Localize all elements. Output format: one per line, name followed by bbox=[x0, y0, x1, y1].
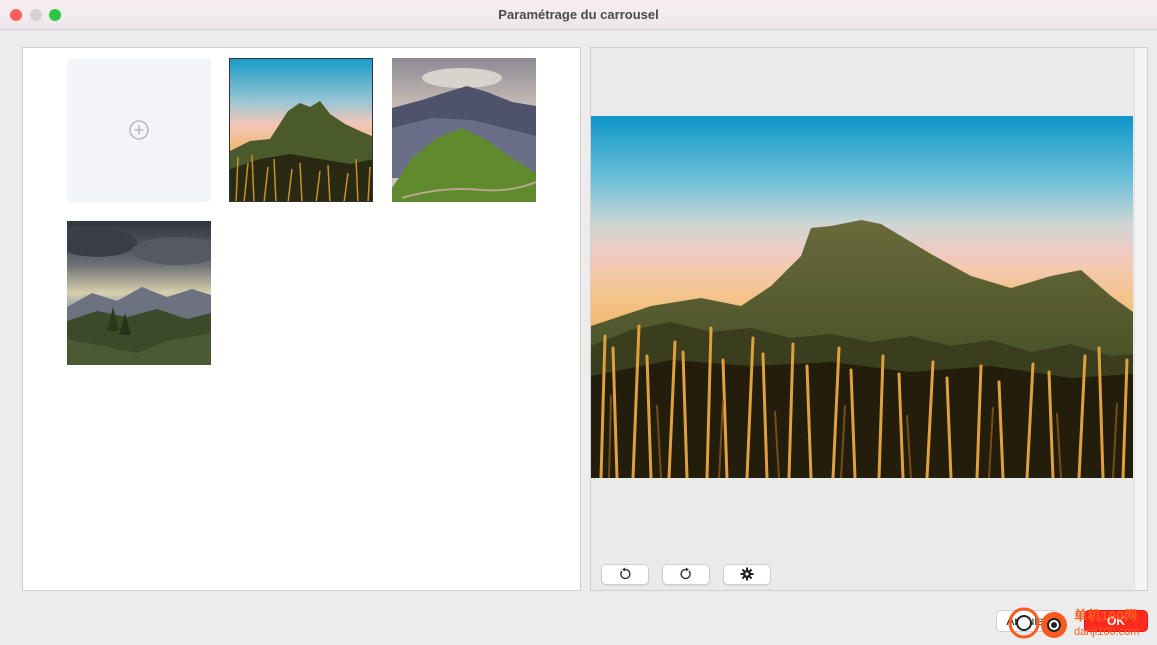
settings-button[interactable] bbox=[723, 564, 771, 585]
gallery-thumb-sunset-mountain[interactable] bbox=[229, 58, 373, 202]
add-image-button[interactable] bbox=[67, 58, 211, 202]
cloudy-valley-image bbox=[67, 221, 211, 365]
rotate-left-button[interactable] bbox=[601, 564, 649, 585]
preview-panel bbox=[590, 47, 1148, 591]
rotate-right-button[interactable] bbox=[662, 564, 710, 585]
watermark-text: 单机100网 bbox=[1074, 608, 1138, 623]
rotate-left-icon bbox=[620, 567, 631, 580]
preview-image bbox=[591, 116, 1133, 478]
gear-icon bbox=[740, 567, 754, 581]
title-bar: Paramétrage du carrousel bbox=[0, 0, 1157, 30]
preview-scrollbar[interactable] bbox=[1134, 48, 1147, 590]
watermark-logo-icon bbox=[1008, 607, 1067, 639]
gallery-thumb-cloudy-valley[interactable] bbox=[67, 221, 211, 365]
watermark-url: danji100.com bbox=[1074, 626, 1140, 638]
plus-circle-icon bbox=[129, 120, 149, 140]
image-gallery bbox=[22, 47, 581, 591]
misty-ridge-image bbox=[392, 58, 536, 202]
gallery-thumb-misty-ridge[interactable] bbox=[392, 58, 536, 202]
window-title: Paramétrage du carrousel bbox=[498, 7, 659, 22]
rotate-right-icon bbox=[680, 567, 691, 580]
sunset-mountain-image bbox=[230, 59, 372, 201]
